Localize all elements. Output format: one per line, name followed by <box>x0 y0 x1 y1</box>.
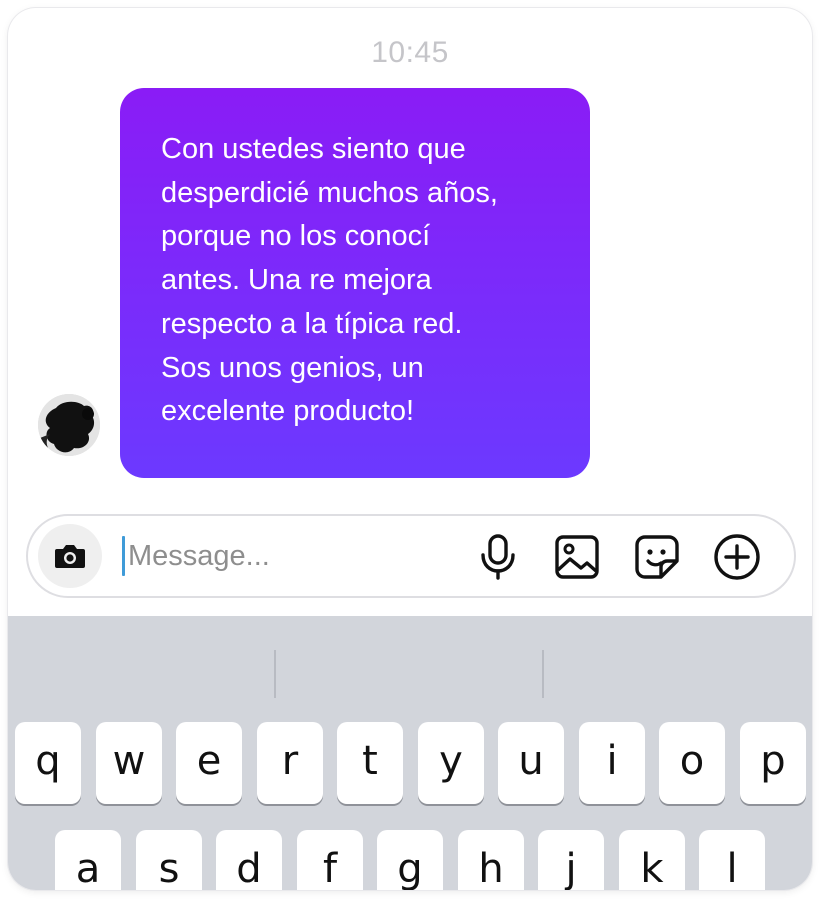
camera-button[interactable] <box>38 524 102 588</box>
key-label: j <box>565 846 577 890</box>
key-label: u <box>518 738 544 784</box>
sticker-button[interactable] <box>632 532 682 582</box>
key-label: e <box>196 738 222 784</box>
key-l[interactable]: l <box>699 830 765 890</box>
key-j[interactable]: j <box>538 830 604 890</box>
image-icon <box>555 535 599 579</box>
key-i[interactable]: i <box>579 722 645 804</box>
microphone-icon <box>481 534 515 580</box>
key-label: w <box>112 738 146 784</box>
key-q[interactable]: q <box>15 722 81 804</box>
message-text: Con ustedes siento que desperdicié mucho… <box>161 133 498 428</box>
key-a[interactable]: a <box>55 830 121 890</box>
text-caret <box>122 536 125 576</box>
key-t[interactable]: t <box>337 722 403 804</box>
key-label: h <box>478 846 504 890</box>
message-bubble[interactable]: Con ustedes siento que desperdicié mucho… <box>120 88 590 478</box>
plus-icon <box>714 534 760 580</box>
key-d[interactable]: d <box>216 830 282 890</box>
key-label: l <box>726 846 738 890</box>
key-e[interactable]: e <box>176 722 242 804</box>
key-r[interactable]: r <box>257 722 323 804</box>
key-label: y <box>439 738 463 784</box>
message-timestamp: 10:45 <box>371 36 449 69</box>
key-u[interactable]: u <box>498 722 564 804</box>
avatar-photo <box>38 394 100 456</box>
key-k[interactable]: k <box>619 830 685 890</box>
sticker-icon <box>635 535 679 579</box>
sender-avatar[interactable] <box>38 394 100 456</box>
key-label: f <box>322 846 338 890</box>
key-f[interactable]: f <box>297 830 363 890</box>
key-h[interactable]: h <box>458 830 524 890</box>
key-label: q <box>35 738 61 784</box>
key-y[interactable]: y <box>418 722 484 804</box>
message-input[interactable] <box>126 530 458 582</box>
key-label: r <box>281 738 299 784</box>
key-o[interactable]: o <box>659 722 725 804</box>
key-label: d <box>236 846 262 890</box>
key-s[interactable]: s <box>136 830 202 890</box>
suggestion-divider <box>542 650 544 698</box>
suggestion-divider <box>274 650 276 698</box>
camera-icon <box>55 545 85 568</box>
key-label: o <box>679 738 705 784</box>
key-label: k <box>640 846 664 890</box>
key-label: t <box>362 738 378 784</box>
key-label: i <box>606 738 618 784</box>
key-label: s <box>158 846 180 890</box>
key-label: a <box>75 846 101 890</box>
key-label: p <box>760 738 786 784</box>
key-w[interactable]: w <box>96 722 162 804</box>
chat-screen: 10:45 Con ustedes siento que desperdicié… <box>8 8 812 890</box>
microphone-button[interactable] <box>473 532 523 582</box>
message-composer <box>26 514 796 598</box>
gallery-button[interactable] <box>552 532 602 582</box>
key-label: g <box>397 846 423 890</box>
more-button[interactable] <box>712 532 762 582</box>
keyboard: q w e r t y u i o p a s d f g h j k l <box>8 616 812 890</box>
key-p[interactable]: p <box>740 722 806 804</box>
key-g[interactable]: g <box>377 830 443 890</box>
